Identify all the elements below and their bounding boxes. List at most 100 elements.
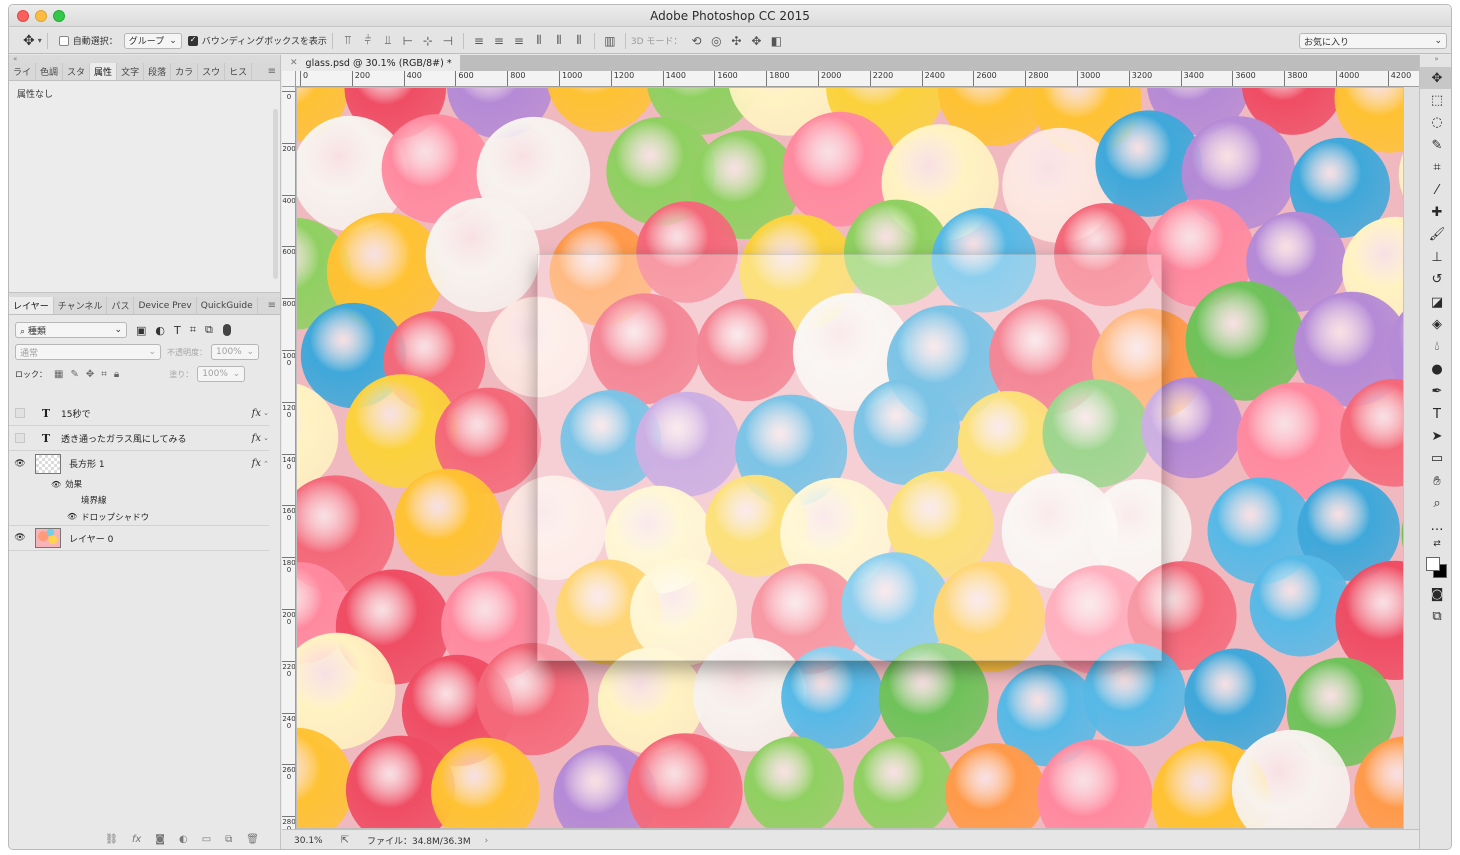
properties-tab[interactable]: 属性: [90, 63, 118, 80]
healing-icon[interactable]: ✚: [1420, 201, 1451, 223]
path-select-icon[interactable]: ➤: [1420, 425, 1451, 447]
document-scrollbar[interactable]: [1403, 87, 1419, 829]
type-icon[interactable]: T: [1420, 403, 1451, 425]
image-canvas[interactable]: [297, 88, 1403, 828]
effect-item[interactable]: 👁︎ ドロップシャドウ: [9, 508, 269, 526]
properties-tab[interactable]: ライ: [9, 63, 37, 80]
align-top-icon[interactable]: ⫪: [338, 33, 358, 48]
screen-mode-icon[interactable]: ⧉: [1420, 606, 1451, 628]
layers-tab[interactable]: レイヤー: [9, 297, 54, 314]
fx-icon[interactable]: fx: [132, 834, 141, 845]
layer-name[interactable]: 長方形 1: [69, 457, 105, 470]
fill-field[interactable]: 100% ⌄: [197, 366, 246, 382]
link-icon[interactable]: ⛓︎: [105, 834, 118, 845]
move-tool-preset[interactable]: ✥ ▾: [23, 33, 42, 49]
blend-mode-dropdown[interactable]: 通常 ⌄: [15, 344, 161, 360]
eyedropper-icon[interactable]: ⁄: [1420, 179, 1451, 201]
properties-tab[interactable]: カラ: [171, 63, 199, 80]
chevron-down-icon[interactable]: ⌄: [263, 409, 269, 417]
adjustment-layer-icon[interactable]: ◐: [179, 834, 188, 845]
filter-pixel-icon[interactable]: ▣: [136, 324, 146, 337]
new-layer-icon[interactable]: ⧉: [225, 834, 232, 845]
auto-select-option[interactable]: 自動選択：: [58, 34, 118, 47]
layer-filter-dropdown[interactable]: ⌕ 種類 ⌄: [15, 322, 127, 338]
effect-item[interactable]: 境界線: [9, 492, 269, 508]
history-brush-icon[interactable]: ↺: [1420, 269, 1451, 291]
properties-tab[interactable]: スタ: [63, 63, 91, 80]
3d-orbit-icon[interactable]: ⟲: [686, 34, 706, 48]
panel-menu-icon[interactable]: ≡: [268, 66, 276, 77]
ruler-origin[interactable]: [282, 71, 296, 87]
trash-icon[interactable]: 🗑︎: [246, 834, 259, 845]
properties-tab[interactable]: 段落: [144, 63, 172, 80]
workspace-dropdown[interactable]: お気に入り ⌄: [1299, 33, 1447, 49]
mask-icon[interactable]: ◙: [155, 834, 165, 845]
distribute-bottom-icon[interactable]: ≡: [509, 34, 529, 48]
3d-roll-icon[interactable]: ◎: [706, 34, 726, 48]
eye-icon[interactable]: 👁︎: [9, 459, 31, 469]
vertical-ruler[interactable]: 0 200 400 600 800 1000 1200 1400 1600 1800 2000 220…: [282, 87, 296, 829]
export-icon[interactable]: ⇱: [341, 835, 349, 846]
layer-name[interactable]: レイヤー 0: [69, 532, 113, 545]
move-icon[interactable]: ✥: [1420, 67, 1451, 90]
mores-icon[interactable]: …: [1420, 515, 1451, 537]
hand-icon[interactable]: ✋︎: [1420, 470, 1451, 492]
layers-tab[interactable]: パス: [107, 297, 135, 314]
align-bottom-icon[interactable]: ⫫: [378, 33, 398, 48]
zoom-level[interactable]: 30.1%: [294, 836, 323, 846]
layers-tab[interactable]: QuickGuide: [197, 297, 258, 314]
close-icon[interactable]: ✕: [290, 58, 298, 68]
3d-slide-icon[interactable]: ✥: [746, 34, 766, 48]
horizontal-ruler[interactable]: 0 200 400 600 800 1000 1200 1400 1600 1800 2000 220…: [296, 71, 1419, 87]
chevron-down-icon[interactable]: ⌄: [263, 434, 269, 442]
fx-icon[interactable]: fx: [252, 433, 261, 444]
pen-icon[interactable]: ✒︎: [1420, 380, 1451, 402]
collapse-tools-icon[interactable]: »: [1420, 55, 1451, 67]
distribute-top-icon[interactable]: ≡: [469, 34, 489, 48]
layer-row[interactable]: 👁︎ レイヤー 0: [9, 526, 269, 551]
distribute-left-icon[interactable]: ⦀: [529, 33, 549, 48]
lasso-icon[interactable]: ◌: [1420, 112, 1451, 134]
lock-transparent-icon[interactable]: ▦: [54, 369, 63, 380]
bounding-box-option[interactable]: バウンディングボックスを表示: [187, 34, 327, 47]
brush-icon[interactable]: 🖌︎: [1420, 224, 1451, 246]
panel-menu-icon[interactable]: ≡: [268, 300, 276, 311]
bounding-box-checkbox[interactable]: [187, 35, 198, 46]
rectangle-icon[interactable]: ▭: [1420, 448, 1451, 470]
align-hcenter-icon[interactable]: ⊹: [418, 34, 438, 48]
properties-tab[interactable]: 色調: [36, 63, 64, 80]
visibility-toggle[interactable]: [15, 408, 25, 418]
properties-tab[interactable]: 文字: [117, 63, 145, 80]
layers-tab[interactable]: Device Prev: [134, 297, 197, 314]
paint-bucket-icon[interactable]: ◈: [1420, 313, 1451, 335]
filter-toggle[interactable]: [222, 324, 231, 336]
effects-row[interactable]: 👁︎ 効果: [9, 476, 269, 492]
layer-row[interactable]: T 15秒で fx ⌄: [9, 401, 269, 426]
distribute-vcenter-icon[interactable]: ≡: [489, 34, 509, 48]
properties-tab[interactable]: スウ: [198, 63, 226, 80]
distribute-hcenter-icon[interactable]: ⦀: [549, 33, 569, 48]
chevron-right-icon[interactable]: ›: [485, 836, 489, 846]
properties-tab[interactable]: ヒス: [225, 63, 253, 80]
3d-scale-icon[interactable]: ◧: [766, 34, 786, 48]
fx-icon[interactable]: fx: [252, 408, 261, 419]
eye-icon[interactable]: 👁︎: [67, 512, 77, 521]
distribute-right-icon[interactable]: ⦀: [569, 33, 589, 48]
lock-all-icon[interactable]: 🔒︎: [114, 369, 119, 380]
properties-scrollbar[interactable]: [273, 109, 278, 279]
lock-paint-icon[interactable]: ✎: [70, 369, 78, 380]
align-left-icon[interactable]: ⊢: [398, 34, 418, 48]
collapse-panels-icon[interactable]: «: [9, 55, 280, 63]
align-vcenter-icon[interactable]: ⫩: [358, 33, 378, 48]
align-right-icon[interactable]: ⊣: [438, 34, 458, 48]
visibility-toggle[interactable]: [15, 433, 25, 443]
filter-adjustment-icon[interactable]: ◐: [155, 324, 165, 337]
layers-tab[interactable]: チャンネル: [54, 297, 108, 314]
chevron-up-icon[interactable]: ⌃: [263, 460, 269, 468]
fx-icon[interactable]: fx: [252, 458, 261, 469]
foreground-color-swatch[interactable]: [1426, 557, 1440, 572]
3d-pan-icon[interactable]: ✣: [726, 34, 746, 48]
auto-select-checkbox[interactable]: [58, 35, 69, 46]
dodge-icon[interactable]: ●: [1420, 358, 1451, 380]
lock-artboard-icon[interactable]: ⌗: [101, 369, 107, 380]
